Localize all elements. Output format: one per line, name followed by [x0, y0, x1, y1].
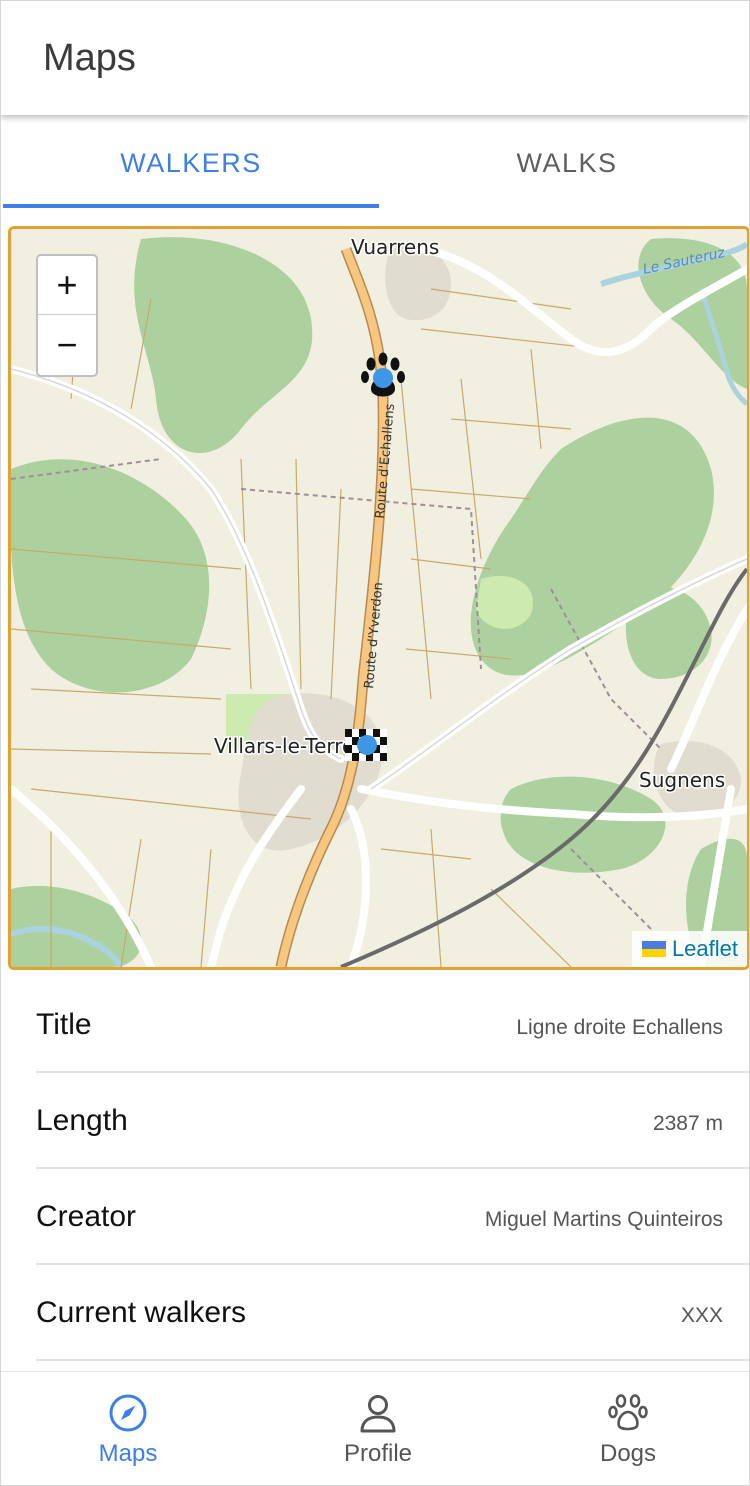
detail-label: Creator [36, 1200, 137, 1233]
detail-row-title: Title Ligne droite Echallens [36, 977, 749, 1073]
ukraine-flag-icon [641, 941, 666, 957]
app-frame: Maps WALKERS WALKS Route d'Echallens Rou… [0, 0, 750, 1486]
detail-label: Current walkers [36, 1296, 247, 1329]
tab-bar: WALKERS WALKS [1, 115, 749, 211]
nav-label-profile: Profile [343, 1440, 413, 1467]
person-icon [360, 1395, 396, 1433]
zoom-in-button[interactable]: + [38, 256, 96, 315]
detail-value: Miguel Martins Quinteiros [484, 1208, 723, 1231]
navigation-icon [109, 1394, 147, 1432]
detail-value: 2387 m [652, 1112, 723, 1135]
zoom-control: + − [36, 254, 98, 377]
nav-item-dogs[interactable]: Dogs [503, 1372, 749, 1485]
detail-value: XXX [680, 1304, 723, 1327]
map-attribution[interactable]: Leaflet [631, 931, 747, 967]
leaflet-link[interactable]: Leaflet [672, 936, 738, 962]
detail-label: Length [36, 1104, 128, 1137]
nav-item-profile[interactable]: Profile [253, 1372, 503, 1485]
place-label-sugnens: Sugnens [639, 768, 725, 792]
place-label-vuarrens: Vuarrens [351, 235, 439, 259]
detail-row-creator: Creator Miguel Martins Quinteiros [36, 1169, 749, 1265]
map-tiles: Route d'Echallens Route d'Yverdon Vuarre… [11, 229, 747, 967]
detail-label: Title [36, 1008, 92, 1041]
active-tab-indicator [3, 204, 379, 208]
tab-walks[interactable]: WALKS [379, 115, 749, 211]
zoom-out-button[interactable]: − [38, 315, 96, 374]
nav-item-maps[interactable]: Maps [3, 1372, 253, 1485]
map-view[interactable]: Route d'Echallens Route d'Yverdon Vuarre… [8, 226, 749, 970]
paw-icon [608, 1394, 648, 1431]
page-title: Maps [43, 37, 136, 79]
nav-label-dogs: Dogs [599, 1440, 657, 1467]
detail-value: Ligne droite Echallens [516, 1016, 723, 1039]
nav-label-maps: Maps [98, 1440, 158, 1467]
bottom-navigation: Maps Profile Dogs [1, 1371, 749, 1485]
tab-walkers[interactable]: WALKERS [3, 115, 379, 211]
detail-row-length: Length 2387 m [36, 1073, 749, 1169]
detail-row-current-walkers: Current walkers XXX [36, 1265, 749, 1361]
finish-flag-marker[interactable] [345, 729, 387, 761]
top-app-bar: Maps [1, 1, 749, 115]
